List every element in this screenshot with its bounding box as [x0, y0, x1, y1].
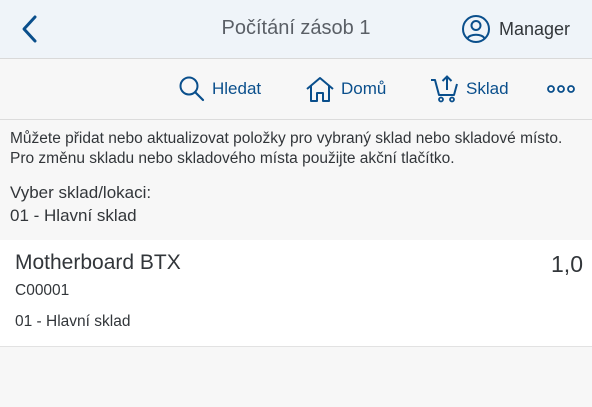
warehouse-button[interactable]: Sklad	[430, 74, 509, 104]
list-item[interactable]: Motherboard BTX 1,0 C00001 01 - Hlavní s…	[0, 240, 592, 347]
home-button[interactable]: Domů	[305, 74, 386, 104]
warehouse-button-label: Sklad	[466, 79, 509, 98]
home-button-label: Domů	[341, 79, 387, 98]
warehouse-select-label: Vyber sklad/lokaci:	[10, 183, 152, 202]
cart-upload-icon	[431, 75, 458, 103]
toolbar: Hledat Domů Sklad	[0, 59, 592, 120]
warehouse-select-value: 01 - Hlavní sklad	[10, 206, 137, 225]
more-button[interactable]	[546, 79, 576, 99]
item-code: C00001	[15, 282, 70, 299]
search-button-label: Hledat	[212, 79, 262, 98]
item-quantity: 1,0	[551, 251, 583, 277]
home-icon	[306, 77, 334, 102]
item-location: 01 - Hlavní sklad	[15, 313, 131, 330]
more-icon	[547, 85, 575, 93]
user-circle-icon	[461, 15, 490, 43]
item-name: Motherboard BTX	[15, 251, 181, 274]
header-bar: Počítání zásob 1 Manager	[0, 0, 592, 59]
user-menu-button[interactable]: Manager	[461, 13, 570, 45]
search-button[interactable]: Hledat	[178, 74, 261, 104]
user-name: Manager	[498, 18, 570, 39]
info-text: Můžete přidat nebo aktualizovat položky …	[10, 130, 563, 167]
search-icon	[179, 76, 205, 102]
